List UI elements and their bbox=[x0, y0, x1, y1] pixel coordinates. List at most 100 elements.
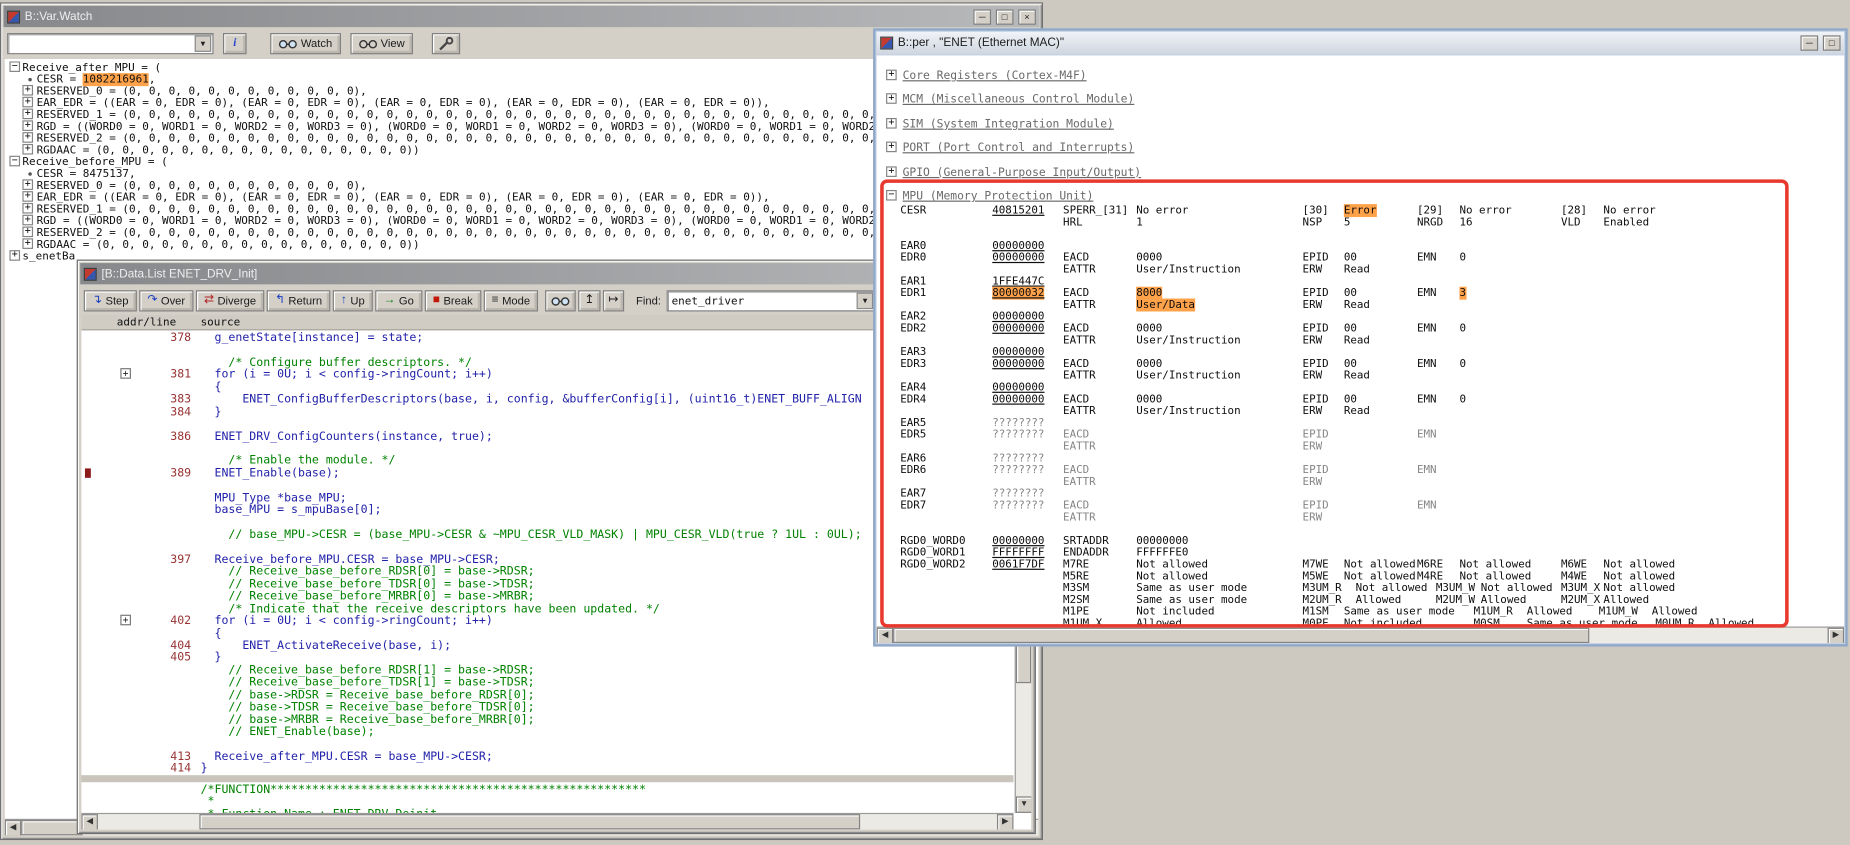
line-number[interactable]: 402 bbox=[133, 615, 191, 628]
scrollbar-thumb[interactable] bbox=[893, 627, 1590, 644]
source-text: // base->MRBR = Receive_base_before_MRBR… bbox=[200, 713, 535, 727]
glasses-icon bbox=[358, 38, 377, 49]
tree-expander-minus-icon[interactable]: − bbox=[9, 155, 21, 167]
section-link[interactable]: PORT (Port Control and Interrupts) bbox=[903, 142, 1135, 155]
scroll-right-icon[interactable]: ▶ bbox=[996, 814, 1014, 830]
tree-expander-plus-icon[interactable]: + bbox=[22, 144, 34, 155]
track-next-button[interactable]: ↦ bbox=[602, 290, 625, 312]
up-button[interactable]: ↑ Up bbox=[332, 290, 373, 312]
info-button[interactable]: i bbox=[222, 33, 247, 55]
scroll-left-icon[interactable]: ◀ bbox=[4, 819, 22, 836]
view-button[interactable]: View bbox=[349, 33, 413, 55]
line-number[interactable]: 384 bbox=[133, 405, 191, 418]
line-number[interactable]: 383 bbox=[133, 393, 191, 406]
section-link[interactable]: GPIO (General-Purpose Input/Output) bbox=[903, 166, 1142, 179]
chevron-down-icon[interactable]: ▼ bbox=[194, 35, 212, 52]
tree-expander-plus-icon[interactable]: + bbox=[22, 238, 34, 249]
tree-expander-plus-icon[interactable]: + bbox=[22, 108, 34, 120]
maximize-button[interactable]: □ bbox=[1822, 35, 1841, 51]
var-watch-titlebar[interactable]: B::Var.Watch ─ □ × bbox=[3, 5, 1040, 28]
tools-button[interactable] bbox=[431, 33, 461, 55]
register-row: M5RE Not allowed M5WE Not allowed M4RE Not al… bbox=[877, 570, 1844, 583]
diverge-button[interactable]: ⇄ Diverge bbox=[195, 290, 265, 312]
section-link[interactable]: Core Registers (Cortex-M4F) bbox=[903, 70, 1087, 83]
register-row: EDR3 00000000 EACD 0000 EPID 00 EMN 0 bbox=[877, 357, 1844, 370]
chevron-down-icon[interactable]: ▼ bbox=[856, 292, 874, 310]
register-row: EATTR User/Instruction ERW Read bbox=[877, 405, 1844, 418]
minimize-button[interactable]: ─ bbox=[1800, 35, 1819, 51]
tree-expander-minus-icon[interactable]: − bbox=[9, 61, 21, 72]
scrollbar-thumb[interactable] bbox=[21, 819, 83, 836]
scroll-down-icon[interactable]: ▼ bbox=[1015, 796, 1032, 813]
tree-expander-plus-icon[interactable]: + bbox=[22, 85, 34, 96]
tree-expander-plus-icon[interactable]: + bbox=[22, 132, 34, 143]
register-row: EAR0 00000000 bbox=[877, 240, 1844, 253]
per-horizontal-scrollbar[interactable]: ◀ ▶ bbox=[876, 626, 1845, 644]
break-button[interactable]: ■ Break bbox=[424, 290, 482, 312]
source-text: // base->TDSR = Receive_base_before_TDSR… bbox=[200, 700, 535, 714]
register-row: EATTR User/Data ERW Read bbox=[877, 298, 1844, 312]
tree-expander-plus-icon[interactable]: + bbox=[22, 191, 34, 202]
tree-expander-plus-icon[interactable]: + bbox=[22, 96, 34, 108]
code-line: * bbox=[81, 796, 1013, 809]
section-link[interactable]: MPU (Memory Protection Unit) bbox=[903, 190, 1094, 203]
tree-expander-plus-icon[interactable]: + bbox=[886, 93, 897, 105]
step-button[interactable]: ↴ Step bbox=[83, 290, 137, 312]
line-number[interactable]: 389 bbox=[133, 467, 191, 480]
register-row: CESR 40815201 SPERR_[31] No error [30] Error[… bbox=[877, 204, 1844, 218]
tree-expander-plus-icon[interactable]: + bbox=[9, 250, 21, 261]
list-browse-button[interactable] bbox=[545, 290, 577, 312]
minimize-button[interactable]: ─ bbox=[973, 8, 992, 25]
tree-expander-plus-icon[interactable]: + bbox=[22, 120, 34, 131]
go-button[interactable]: → Go bbox=[375, 290, 423, 312]
close-button[interactable]: × bbox=[1018, 8, 1036, 25]
scrollbar-thumb[interactable] bbox=[199, 814, 861, 830]
line-number[interactable]: 381 bbox=[133, 368, 191, 381]
watch-expression-combo[interactable]: ▼ bbox=[7, 33, 214, 55]
tree-expander-plus-icon[interactable]: + bbox=[22, 214, 34, 226]
tree-expander-minus-icon[interactable]: − bbox=[886, 190, 897, 201]
tree-expander-plus-icon[interactable]: + bbox=[22, 203, 34, 214]
return-button[interactable]: ↰ Return bbox=[266, 290, 331, 312]
line-number[interactable]: 405 bbox=[133, 652, 191, 665]
expand-block-icon[interactable]: + bbox=[120, 614, 131, 626]
per-window: B::per , "ENET (Ethernet MAC)" ─ □ + Core… bbox=[873, 28, 1848, 647]
desktop: B::Var.Watch ─ □ × ▼ i Watch View − Rece… bbox=[0, 0, 1850, 845]
line-number[interactable]: 414 bbox=[133, 763, 191, 776]
over-button[interactable]: ↷ Over bbox=[139, 290, 194, 312]
tree-expander-plus-icon[interactable]: + bbox=[22, 179, 34, 190]
tree-expander-plus-icon[interactable]: + bbox=[22, 226, 34, 238]
line-number[interactable]: 386 bbox=[133, 430, 191, 443]
track-up-button[interactable]: ↥ bbox=[578, 290, 601, 312]
diverge-icon: ⇄ bbox=[204, 293, 214, 307]
code-line: // base->TDSR = Receive_base_before_TDSR… bbox=[81, 700, 1013, 714]
section-link[interactable]: SIM (System Integration Module) bbox=[903, 118, 1114, 131]
register-row: HRL 1 NSP 5 NRGD 16 VLD Enabled bbox=[877, 216, 1844, 229]
register-row: EATTR ERW bbox=[877, 511, 1844, 524]
line-number[interactable]: 378 bbox=[133, 332, 191, 345]
tree-expander-plus-icon[interactable]: + bbox=[886, 69, 897, 81]
scroll-right-icon[interactable]: ▶ bbox=[1827, 627, 1845, 644]
source-text: // Receive_base_before_RDSR[1] = base->R… bbox=[200, 664, 535, 678]
find-value: enet_driver bbox=[671, 294, 745, 308]
watch-button[interactable]: Watch bbox=[270, 33, 341, 55]
function-separator bbox=[81, 775, 1014, 783]
scroll-left-icon[interactable]: ◀ bbox=[81, 814, 98, 830]
maximize-button[interactable]: □ bbox=[995, 8, 1014, 25]
mode-button[interactable]: ≡ Mode bbox=[483, 290, 539, 312]
line-number[interactable]: 397 bbox=[133, 553, 191, 566]
code-line: 405 } bbox=[81, 652, 1013, 665]
tree-expander-plus-icon[interactable]: + bbox=[886, 117, 897, 129]
section-link[interactable]: MCM (Miscellaneous Control Module) bbox=[903, 94, 1135, 107]
expand-block-icon[interactable]: + bbox=[120, 368, 131, 380]
tree-expander-plus-icon[interactable]: + bbox=[886, 166, 897, 177]
per-titlebar[interactable]: B::per , "ENET (Ethernet MAC)" ─ □ bbox=[876, 31, 1845, 55]
scroll-left-icon[interactable]: ◀ bbox=[876, 627, 894, 644]
line-number[interactable]: 404 bbox=[133, 639, 191, 652]
list-horizontal-scrollbar[interactable]: ◀ ▶ bbox=[81, 812, 1014, 830]
tree-expander-plus-icon[interactable]: + bbox=[886, 142, 897, 153]
line-number[interactable]: 413 bbox=[133, 750, 191, 763]
per-client-area: + Core Registers (Cortex-M4F) + MCM (Miscel… bbox=[876, 55, 1845, 644]
find-input[interactable]: enet_driver ▼ bbox=[666, 290, 876, 312]
breakpoint-marker[interactable] bbox=[84, 468, 91, 478]
